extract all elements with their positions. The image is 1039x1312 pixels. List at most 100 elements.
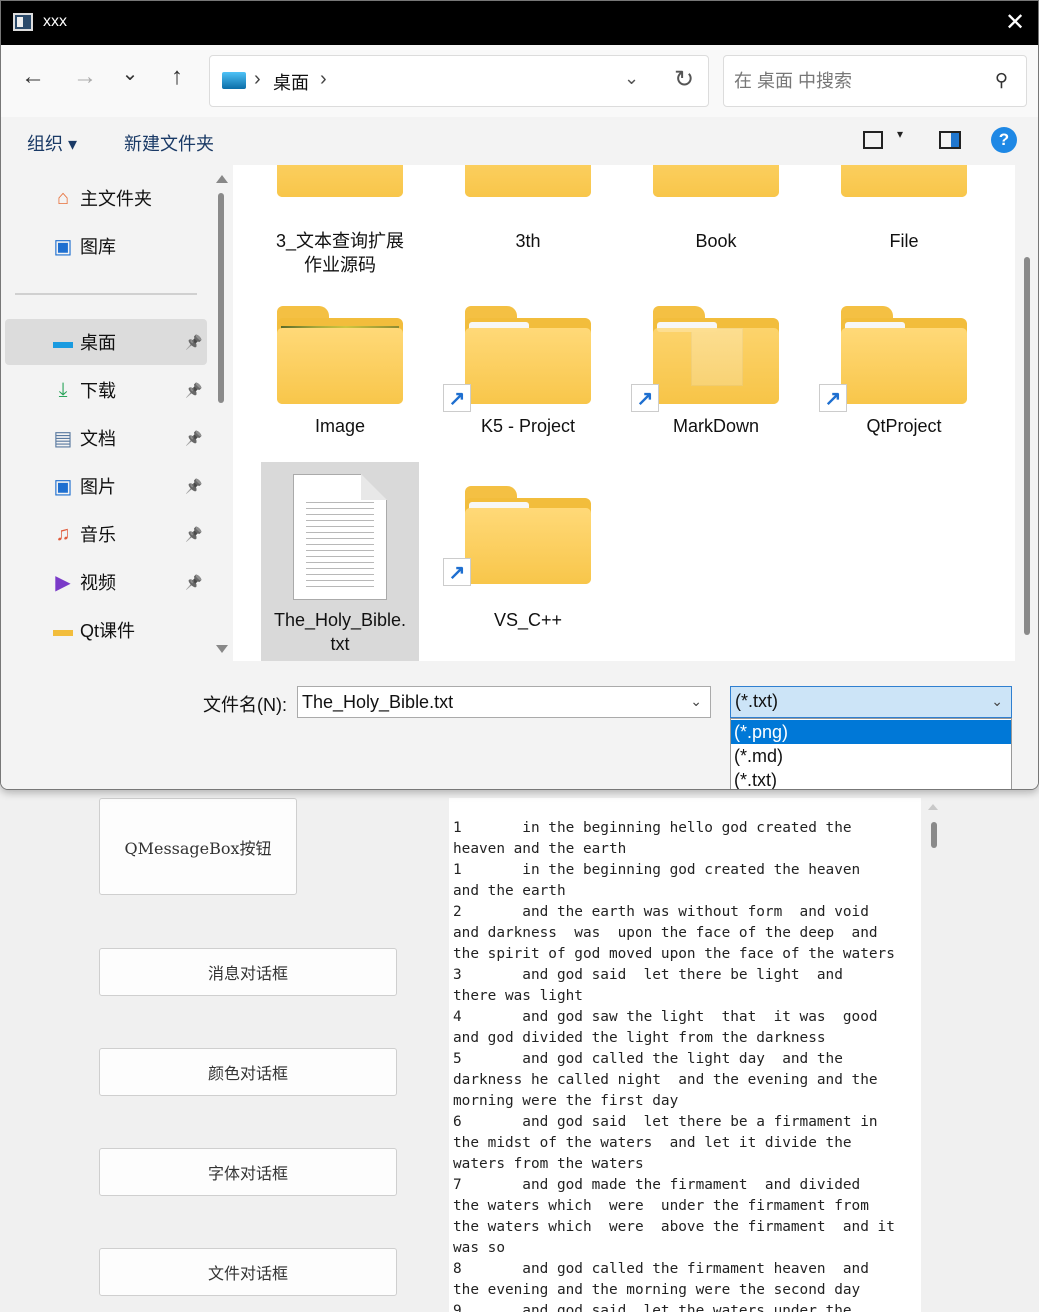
sidebar-item-label: 视频 bbox=[80, 573, 116, 593]
scrollbar-thumb[interactable] bbox=[218, 193, 224, 403]
filename-label: 文件名(N): bbox=[203, 695, 287, 715]
sidebar-item[interactable]: ⤓ 下载 📌 bbox=[5, 367, 207, 413]
file-item[interactable]: Book bbox=[637, 165, 795, 295]
search-input[interactable] bbox=[734, 68, 974, 94]
file-item[interactable]: ↗ VS_C++ bbox=[443, 462, 607, 661]
refresh-icon[interactable]: ↻ bbox=[674, 65, 694, 94]
sidebar-item[interactable]: ▣ 图片 📌 bbox=[5, 463, 207, 509]
view-dropdown-icon[interactable]: ▾ bbox=[897, 127, 903, 141]
command-bar: 组织 ▾ 新建文件夹 ▾ ? bbox=[1, 117, 1038, 165]
file-item[interactable]: 3th bbox=[449, 165, 607, 295]
desktop-icon bbox=[222, 72, 246, 89]
dialog-footer: 文件名(N): ⌄ (*.txt) ⌄ (*.png)(*.md)(*.txt) bbox=[1, 661, 1038, 789]
scrollbar-thumb[interactable] bbox=[1024, 257, 1030, 635]
sidebar-item[interactable]: ▣ 图库 bbox=[5, 223, 207, 269]
pin-icon[interactable]: 📌 bbox=[185, 574, 202, 591]
gallery-icon: ▣ bbox=[53, 235, 73, 258]
folder-icon bbox=[465, 165, 591, 197]
recent-locations-icon[interactable]: ⌄ bbox=[114, 57, 146, 89]
file-item[interactable]: The_Holy_Bible. txt bbox=[261, 462, 419, 661]
file-item-label: VS_C++ bbox=[493, 610, 563, 630]
filetype-combobox[interactable]: (*.txt) ⌄ bbox=[730, 686, 1012, 718]
nav-divider bbox=[15, 293, 197, 295]
text-edit[interactable]: 1 in the beginning hello god created the… bbox=[449, 798, 921, 1312]
folder-icon bbox=[277, 165, 403, 197]
preview-pane-icon[interactable] bbox=[939, 131, 961, 149]
pin-icon[interactable]: 📌 bbox=[185, 478, 202, 495]
sidebar-item[interactable]: ⌂ 主文件夹 bbox=[5, 175, 207, 221]
file-item[interactable]: ↗ MarkDown bbox=[631, 282, 795, 478]
filename-input[interactable] bbox=[302, 690, 672, 714]
chevron-down-icon[interactable]: ⌄ bbox=[690, 693, 702, 710]
file-list-scrollbar[interactable] bbox=[1015, 165, 1038, 661]
breadcrumb-separator[interactable]: › bbox=[320, 68, 327, 91]
file-item[interactable]: ↗ K5 - Project bbox=[443, 282, 607, 478]
pin-icon[interactable]: 📌 bbox=[185, 430, 202, 447]
shortcut-arrow-icon: ↗ bbox=[443, 558, 471, 586]
file-dialog-button[interactable]: 文件对话框 bbox=[99, 1248, 397, 1296]
scrollbar-thumb[interactable] bbox=[931, 822, 937, 848]
file-item[interactable]: File bbox=[825, 165, 983, 295]
filename-combobox[interactable]: ⌄ bbox=[297, 686, 711, 718]
color-dialog-button[interactable]: 颜色对话框 bbox=[99, 1048, 397, 1096]
address-bar[interactable]: › 桌面 › ⌄ ↻ bbox=[209, 55, 709, 107]
sidebar-item[interactable]: ♫ 音乐 📌 bbox=[5, 511, 207, 557]
folder-icon bbox=[653, 306, 779, 404]
scroll-up-icon[interactable] bbox=[216, 175, 228, 183]
file-item-label: 3th bbox=[515, 231, 541, 251]
breadcrumb-separator[interactable]: › bbox=[254, 68, 261, 91]
filetype-dropdown-list: (*.png) (*.md) (*.txt) bbox=[730, 718, 1012, 789]
pin-icon[interactable]: 📌 bbox=[185, 334, 202, 351]
text-scrollbar[interactable] bbox=[922, 798, 944, 1312]
sidebar-item-label: 图库 bbox=[80, 237, 116, 257]
shortcut-arrow-icon: ↗ bbox=[443, 384, 471, 412]
sidebar-item[interactable]: ▶ 视频 📌 bbox=[5, 559, 207, 605]
scroll-down-icon[interactable] bbox=[216, 645, 228, 653]
pin-icon[interactable]: 📌 bbox=[185, 382, 202, 399]
sidebar-item-label: 音乐 bbox=[80, 525, 116, 545]
qmessagebox-button[interactable]: QMessageBox按钮 bbox=[99, 798, 297, 895]
chevron-down-icon[interactable]: ⌄ bbox=[624, 68, 639, 89]
chevron-down-icon[interactable]: ⌄ bbox=[991, 693, 1003, 710]
filetype-option[interactable]: (*.png) bbox=[731, 720, 1011, 744]
breadcrumb-desktop[interactable]: 桌面 bbox=[273, 69, 309, 95]
folder-icon bbox=[841, 165, 967, 197]
desktop-icon: ▬ bbox=[53, 330, 73, 353]
font-dialog-button[interactable]: 字体对话框 bbox=[99, 1148, 397, 1196]
file-item-label: MarkDown bbox=[672, 416, 760, 436]
file-item[interactable]: ↗ QtProject bbox=[819, 282, 983, 478]
file-item-label: Book bbox=[695, 231, 737, 251]
sidebar-item-label: 主文件夹 bbox=[80, 189, 152, 209]
search-box[interactable]: ⚲ bbox=[723, 55, 1027, 107]
music-icon: ♫ bbox=[55, 522, 71, 545]
close-icon[interactable]: ✕ bbox=[1000, 7, 1030, 37]
scroll-up-icon[interactable] bbox=[928, 804, 938, 810]
view-icon[interactable] bbox=[863, 131, 883, 149]
window-title: xxx bbox=[43, 13, 67, 30]
help-icon[interactable]: ? bbox=[991, 127, 1017, 153]
sidebar-item-label: 图片 bbox=[80, 477, 116, 497]
forward-icon[interactable]: → bbox=[69, 61, 101, 93]
new-folder-button[interactable]: 新建文件夹 bbox=[124, 130, 214, 156]
sidebar-item[interactable]: ▤ 文档 📌 bbox=[5, 415, 207, 461]
sidebar-item[interactable]: ▬ Qt课件 bbox=[5, 607, 207, 653]
up-icon[interactable]: ↑ bbox=[161, 61, 193, 93]
file-item-label: K5 - Project bbox=[480, 416, 576, 436]
pin-icon[interactable]: 📌 bbox=[185, 526, 202, 543]
nav-scrollbar[interactable] bbox=[211, 165, 233, 661]
message-dialog-button[interactable]: 消息对话框 bbox=[99, 948, 397, 996]
search-icon[interactable]: ⚲ bbox=[995, 70, 1008, 91]
folder-icon bbox=[841, 306, 967, 404]
organize-button[interactable]: 组织 ▾ bbox=[27, 130, 77, 156]
file-item[interactable]: 3_文本查询扩展 作业源码 bbox=[261, 165, 419, 295]
file-item[interactable]: Image bbox=[261, 282, 419, 478]
navigation-pane: ⌂ 主文件夹 ▣ 图库 ▬ 桌面 📌 ⤓ 下载 📌 ▤ 文档 📌 ▣ 图片 📌 ♫ 音乐 📌 ▶ 视频 📌 ▬ Qt课件 bbox=[1, 165, 211, 661]
filetype-option[interactable]: (*.txt) bbox=[731, 768, 1011, 789]
text-file-icon bbox=[293, 474, 387, 600]
filetype-option[interactable]: (*.md) bbox=[731, 744, 1011, 768]
sidebar-item-label: 文档 bbox=[80, 429, 116, 449]
sidebar-item[interactable]: ▬ 桌面 📌 bbox=[5, 319, 207, 365]
back-icon[interactable]: ← bbox=[17, 61, 49, 93]
shortcut-arrow-icon: ↗ bbox=[631, 384, 659, 412]
shortcut-arrow-icon: ↗ bbox=[819, 384, 847, 412]
